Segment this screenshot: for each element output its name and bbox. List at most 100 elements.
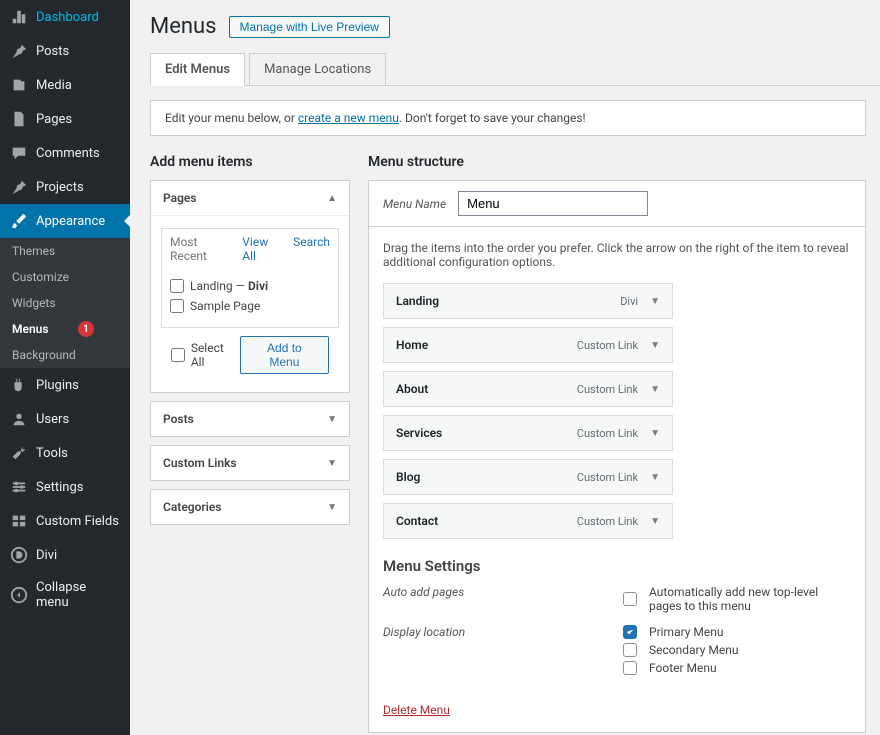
sidebar-label: Comments <box>36 146 100 161</box>
menu-item-title: Landing <box>396 294 439 308</box>
checkbox[interactable] <box>170 299 184 313</box>
brush-icon <box>10 212 28 230</box>
sidebar-item-appearance[interactable]: Appearance <box>0 204 130 238</box>
sidebar-sub-customize[interactable]: Customize <box>0 264 130 290</box>
sidebar-item-pages[interactable]: Pages <box>0 102 130 136</box>
checkbox[interactable] <box>171 348 185 362</box>
sidebar-item-custom-fields[interactable]: Custom Fields <box>0 504 130 538</box>
menu-structure-item[interactable]: BlogCustom Link▼ <box>383 459 673 495</box>
inner-tab-search[interactable]: Search <box>293 235 330 263</box>
menu-item-title: Contact <box>396 514 438 528</box>
select-all[interactable]: Select All <box>171 341 240 369</box>
page-item[interactable]: Sample Page <box>170 299 330 313</box>
metabox-categories: Categories ▼ <box>150 489 350 525</box>
menu-structure-column: Menu structure Menu Name Drag the items … <box>368 154 866 733</box>
sidebar-label: Custom Fields <box>36 514 119 529</box>
sidebar-item-collapse[interactable]: Collapse menu <box>0 572 130 618</box>
pin-icon <box>10 178 28 196</box>
sidebar-item-projects[interactable]: Projects <box>0 170 130 204</box>
metabox-custom-links: Custom Links ▼ <box>150 445 350 481</box>
tab-edit-menus[interactable]: Edit Menus <box>150 53 245 86</box>
sidebar-sub-background[interactable]: Background <box>0 342 130 368</box>
sidebar-label: Appearance <box>36 214 105 229</box>
inner-tab-viewall[interactable]: View All <box>242 235 279 263</box>
chevron-down-icon: ▼ <box>327 458 337 469</box>
metabox-header-pages[interactable]: Pages ▲ <box>151 181 349 216</box>
live-preview-button[interactable]: Manage with Live Preview <box>229 16 390 38</box>
display-location-label: Display location <box>383 625 623 679</box>
sidebar-sub-menus[interactable]: Menus1 <box>0 316 130 342</box>
sidebar-label: Pages <box>36 112 72 127</box>
menu-item-type: Custom Link <box>577 471 638 484</box>
plugin-icon <box>10 376 28 394</box>
sidebar-label: Plugins <box>36 378 79 393</box>
chevron-down-icon: ▼ <box>650 428 660 439</box>
auto-add-checkbox[interactable]: Automatically add new top-level pages to… <box>623 585 851 613</box>
sidebar-item-posts[interactable]: Posts <box>0 34 130 68</box>
sidebar-sub-widgets[interactable]: Widgets <box>0 290 130 316</box>
create-menu-link[interactable]: create a new menu <box>298 111 399 125</box>
page-item[interactable]: Landing — Divi <box>170 279 330 293</box>
sidebar-item-users[interactable]: Users <box>0 402 130 436</box>
metabox-header-custom-links[interactable]: Custom Links ▼ <box>151 446 349 480</box>
notice-bar: Edit your menu below, or create a new me… <box>150 100 866 136</box>
menu-name-row: Menu Name <box>368 180 866 227</box>
main-content: Menus Manage with Live Preview Edit Menu… <box>130 0 880 735</box>
sidebar-item-divi[interactable]: Divi <box>0 538 130 572</box>
metabox-header-posts[interactable]: Posts ▼ <box>151 402 349 436</box>
pages-icon <box>10 110 28 128</box>
chevron-down-icon: ▼ <box>650 516 660 527</box>
sidebar-label: Users <box>36 412 69 427</box>
sidebar-item-plugins[interactable]: Plugins <box>0 368 130 402</box>
menu-item-title: Blog <box>396 470 420 484</box>
tabs: Edit Menus Manage Locations <box>150 53 880 86</box>
sidebar-item-dashboard[interactable]: Dashboard <box>0 0 130 34</box>
location-checkbox[interactable]: Primary Menu <box>623 625 851 639</box>
metabox-pages: Pages ▲ Most Recent View All Search Land… <box>150 180 350 393</box>
metabox-header-categories[interactable]: Categories ▼ <box>151 490 349 524</box>
add-to-menu-button[interactable]: Add to Menu <box>240 336 329 374</box>
sidebar-sub-themes[interactable]: Themes <box>0 238 130 264</box>
sidebar-label: Tools <box>36 446 68 461</box>
menu-name-label: Menu Name <box>383 197 446 211</box>
comments-icon <box>10 144 28 162</box>
sidebar-item-comments[interactable]: Comments <box>0 136 130 170</box>
sidebar-label: Settings <box>36 480 83 495</box>
inner-tab-recent[interactable]: Most Recent <box>170 235 228 263</box>
add-menu-items-column: Add menu items Pages ▲ Most Recent View … <box>150 154 350 733</box>
sidebar-label: Divi <box>36 548 57 563</box>
tab-manage-locations[interactable]: Manage Locations <box>249 53 386 85</box>
location-checkbox[interactable]: Secondary Menu <box>623 643 851 657</box>
sidebar-label: Media <box>36 78 72 93</box>
location-checkbox[interactable]: Footer Menu <box>623 661 851 675</box>
fields-icon <box>10 512 28 530</box>
checkbox-icon <box>623 592 637 606</box>
menu-name-input[interactable] <box>458 191 648 216</box>
checkbox-icon <box>623 643 637 657</box>
divi-icon <box>10 546 28 564</box>
user-icon <box>10 410 28 428</box>
sidebar-item-settings[interactable]: Settings <box>0 470 130 504</box>
admin-sidebar: Dashboard Posts Media Pages Comments Pro… <box>0 0 130 735</box>
menu-structure-item[interactable]: ServicesCustom Link▼ <box>383 415 673 451</box>
menu-structure-item[interactable]: AboutCustom Link▼ <box>383 371 673 407</box>
checkbox-icon <box>623 661 637 675</box>
sidebar-submenu: Themes Customize Widgets Menus1 Backgrou… <box>0 238 130 368</box>
tools-icon <box>10 444 28 462</box>
menu-structure-item[interactable]: HomeCustom Link▼ <box>383 327 673 363</box>
page-header: Menus Manage with Live Preview <box>150 14 880 39</box>
dashboard-icon <box>10 8 28 26</box>
menu-structure-item[interactable]: LandingDivi▼ <box>383 283 673 319</box>
menu-structure-item[interactable]: ContactCustom Link▼ <box>383 503 673 539</box>
pages-list: Landing — Divi Sample Page <box>161 271 339 328</box>
sidebar-item-media[interactable]: Media <box>0 68 130 102</box>
sidebar-item-tools[interactable]: Tools <box>0 436 130 470</box>
delete-menu-link[interactable]: Delete Menu <box>383 703 450 717</box>
checkbox[interactable] <box>170 279 184 293</box>
chevron-down-icon: ▼ <box>650 384 660 395</box>
media-icon <box>10 76 28 94</box>
chevron-down-icon: ▼ <box>650 296 660 307</box>
sidebar-label: Posts <box>36 44 69 59</box>
chevron-down-icon: ▼ <box>327 414 337 425</box>
chevron-down-icon: ▼ <box>327 502 337 513</box>
